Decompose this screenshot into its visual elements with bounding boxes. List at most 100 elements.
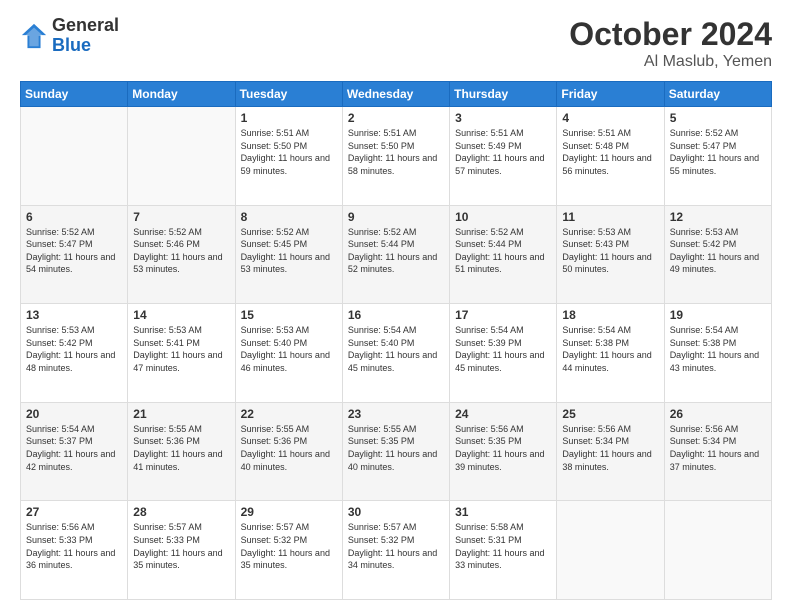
- day-info: Sunrise: 5:56 AMSunset: 5:34 PMDaylight:…: [670, 423, 766, 473]
- day-cell-3-2: 22 Sunrise: 5:55 AMSunset: 5:36 PMDayligh…: [235, 402, 342, 501]
- header-friday: Friday: [557, 82, 664, 107]
- day-info: Sunrise: 5:53 AMSunset: 5:43 PMDaylight:…: [562, 226, 658, 276]
- day-cell-2-3: 16 Sunrise: 5:54 AMSunset: 5:40 PMDayligh…: [342, 304, 449, 403]
- day-cell-1-5: 11 Sunrise: 5:53 AMSunset: 5:43 PMDayligh…: [557, 205, 664, 304]
- day-cell-4-0: 27 Sunrise: 5:56 AMSunset: 5:33 PMDayligh…: [21, 501, 128, 600]
- day-info: Sunrise: 5:52 AMSunset: 5:47 PMDaylight:…: [26, 226, 122, 276]
- day-number: 17: [455, 308, 551, 322]
- day-info: Sunrise: 5:56 AMSunset: 5:33 PMDaylight:…: [26, 521, 122, 571]
- day-number: 31: [455, 505, 551, 519]
- day-number: 28: [133, 505, 229, 519]
- day-cell-0-1: [128, 107, 235, 206]
- day-cell-1-2: 8Sunrise: 5:52 AMSunset: 5:45 PMDaylight…: [235, 205, 342, 304]
- day-number: 1: [241, 111, 337, 125]
- logo-blue-text: Blue: [52, 36, 119, 56]
- week-row-1: 6 Sunrise: 5:52 AMSunset: 5:47 PMDaylight…: [21, 205, 772, 304]
- day-number: 15: [241, 308, 337, 322]
- day-info: Sunrise: 5:55 AMSunset: 5:35 PMDaylight:…: [348, 423, 444, 473]
- header-sunday: Sunday: [21, 82, 128, 107]
- day-info: Sunrise: 5:52 AMSunset: 5:47 PMDaylight:…: [670, 127, 766, 177]
- logo-general-text: General: [52, 16, 119, 36]
- day-number: 4: [562, 111, 658, 125]
- header-saturday: Saturday: [664, 82, 771, 107]
- day-info: Sunrise: 5:51 AMSunset: 5:50 PMDaylight:…: [241, 127, 337, 177]
- day-number: 18: [562, 308, 658, 322]
- day-number: 10: [455, 210, 551, 224]
- logo-icon: [20, 22, 48, 50]
- day-cell-4-4: 31 Sunrise: 5:58 AMSunset: 5:31 PMDayligh…: [450, 501, 557, 600]
- day-number: 22: [241, 407, 337, 421]
- day-number: 21: [133, 407, 229, 421]
- day-cell-3-6: 26Sunrise: 5:56 AMSunset: 5:34 PMDayligh…: [664, 402, 771, 501]
- day-info: Sunrise: 5:57 AMSunset: 5:32 PMDaylight:…: [241, 521, 337, 571]
- day-info: Sunrise: 5:53 AMSunset: 5:40 PMDaylight:…: [241, 324, 337, 374]
- day-info: Sunrise: 5:55 AMSunset: 5:36 PMDaylight:…: [241, 423, 337, 473]
- day-number: 11: [562, 210, 658, 224]
- day-cell-3-0: 20 Sunrise: 5:54 AMSunset: 5:37 PMDayligh…: [21, 402, 128, 501]
- day-cell-2-6: 19Sunrise: 5:54 AMSunset: 5:38 PMDayligh…: [664, 304, 771, 403]
- day-info: Sunrise: 5:52 AMSunset: 5:44 PMDaylight:…: [348, 226, 444, 276]
- day-cell-2-2: 15 Sunrise: 5:53 AMSunset: 5:40 PMDayligh…: [235, 304, 342, 403]
- header: General Blue October 2024 Al Maslub, Yem…: [20, 16, 772, 71]
- day-cell-3-1: 21 Sunrise: 5:55 AMSunset: 5:36 PMDayligh…: [128, 402, 235, 501]
- logo-text: General Blue: [52, 16, 119, 56]
- day-number: 19: [670, 308, 766, 322]
- day-cell-2-1: 14Sunrise: 5:53 AMSunset: 5:41 PMDayligh…: [128, 304, 235, 403]
- day-cell-0-3: 2 Sunrise: 5:51 AMSunset: 5:50 PMDaylight…: [342, 107, 449, 206]
- day-cell-1-1: 7 Sunrise: 5:52 AMSunset: 5:46 PMDaylight…: [128, 205, 235, 304]
- day-cell-3-4: 24Sunrise: 5:56 AMSunset: 5:35 PMDayligh…: [450, 402, 557, 501]
- day-info: Sunrise: 5:52 AMSunset: 5:44 PMDaylight:…: [455, 226, 551, 276]
- day-number: 8: [241, 210, 337, 224]
- day-number: 23: [348, 407, 444, 421]
- header-thursday: Thursday: [450, 82, 557, 107]
- logo: General Blue: [20, 16, 119, 56]
- day-info: Sunrise: 5:51 AMSunset: 5:50 PMDaylight:…: [348, 127, 444, 177]
- day-info: Sunrise: 5:54 AMSunset: 5:40 PMDaylight:…: [348, 324, 444, 374]
- day-cell-1-6: 12Sunrise: 5:53 AMSunset: 5:42 PMDayligh…: [664, 205, 771, 304]
- day-number: 12: [670, 210, 766, 224]
- day-number: 6: [26, 210, 122, 224]
- day-number: 5: [670, 111, 766, 125]
- day-info: Sunrise: 5:54 AMSunset: 5:37 PMDaylight:…: [26, 423, 122, 473]
- header-monday: Monday: [128, 82, 235, 107]
- day-info: Sunrise: 5:57 AMSunset: 5:33 PMDaylight:…: [133, 521, 229, 571]
- location: Al Maslub, Yemen: [569, 53, 772, 71]
- day-info: Sunrise: 5:56 AMSunset: 5:34 PMDaylight:…: [562, 423, 658, 473]
- day-cell-4-2: 29 Sunrise: 5:57 AMSunset: 5:32 PMDayligh…: [235, 501, 342, 600]
- day-info: Sunrise: 5:54 AMSunset: 5:38 PMDaylight:…: [562, 324, 658, 374]
- day-number: 16: [348, 308, 444, 322]
- day-number: 9: [348, 210, 444, 224]
- day-info: Sunrise: 5:51 AMSunset: 5:48 PMDaylight:…: [562, 127, 658, 177]
- day-cell-3-5: 25Sunrise: 5:56 AMSunset: 5:34 PMDayligh…: [557, 402, 664, 501]
- week-row-3: 20 Sunrise: 5:54 AMSunset: 5:37 PMDayligh…: [21, 402, 772, 501]
- day-number: 27: [26, 505, 122, 519]
- day-cell-0-0: [21, 107, 128, 206]
- day-cell-4-3: 30 Sunrise: 5:57 AMSunset: 5:32 PMDayligh…: [342, 501, 449, 600]
- title-area: October 2024 Al Maslub, Yemen: [569, 16, 772, 71]
- day-cell-1-0: 6 Sunrise: 5:52 AMSunset: 5:47 PMDaylight…: [21, 205, 128, 304]
- header-tuesday: Tuesday: [235, 82, 342, 107]
- day-number: 7: [133, 210, 229, 224]
- day-cell-3-3: 23 Sunrise: 5:55 AMSunset: 5:35 PMDayligh…: [342, 402, 449, 501]
- day-cell-0-4: 3Sunrise: 5:51 AMSunset: 5:49 PMDaylight…: [450, 107, 557, 206]
- day-number: 2: [348, 111, 444, 125]
- day-info: Sunrise: 5:55 AMSunset: 5:36 PMDaylight:…: [133, 423, 229, 473]
- calendar-table: Sunday Monday Tuesday Wednesday Thursday…: [20, 81, 772, 600]
- day-number: 30: [348, 505, 444, 519]
- week-row-2: 13Sunrise: 5:53 AMSunset: 5:42 PMDayligh…: [21, 304, 772, 403]
- day-info: Sunrise: 5:57 AMSunset: 5:32 PMDaylight:…: [348, 521, 444, 571]
- week-row-0: 1 Sunrise: 5:51 AMSunset: 5:50 PMDaylight…: [21, 107, 772, 206]
- day-info: Sunrise: 5:52 AMSunset: 5:46 PMDaylight:…: [133, 226, 229, 276]
- day-info: Sunrise: 5:58 AMSunset: 5:31 PMDaylight:…: [455, 521, 551, 571]
- day-cell-2-0: 13Sunrise: 5:53 AMSunset: 5:42 PMDayligh…: [21, 304, 128, 403]
- day-info: Sunrise: 5:53 AMSunset: 5:41 PMDaylight:…: [133, 324, 229, 374]
- day-number: 3: [455, 111, 551, 125]
- header-row: Sunday Monday Tuesday Wednesday Thursday…: [21, 82, 772, 107]
- day-number: 20: [26, 407, 122, 421]
- day-number: 29: [241, 505, 337, 519]
- day-cell-4-5: [557, 501, 664, 600]
- month-title: October 2024: [569, 16, 772, 53]
- day-cell-0-2: 1 Sunrise: 5:51 AMSunset: 5:50 PMDaylight…: [235, 107, 342, 206]
- calendar-page: General Blue October 2024 Al Maslub, Yem…: [0, 0, 792, 612]
- day-cell-4-1: 28 Sunrise: 5:57 AMSunset: 5:33 PMDayligh…: [128, 501, 235, 600]
